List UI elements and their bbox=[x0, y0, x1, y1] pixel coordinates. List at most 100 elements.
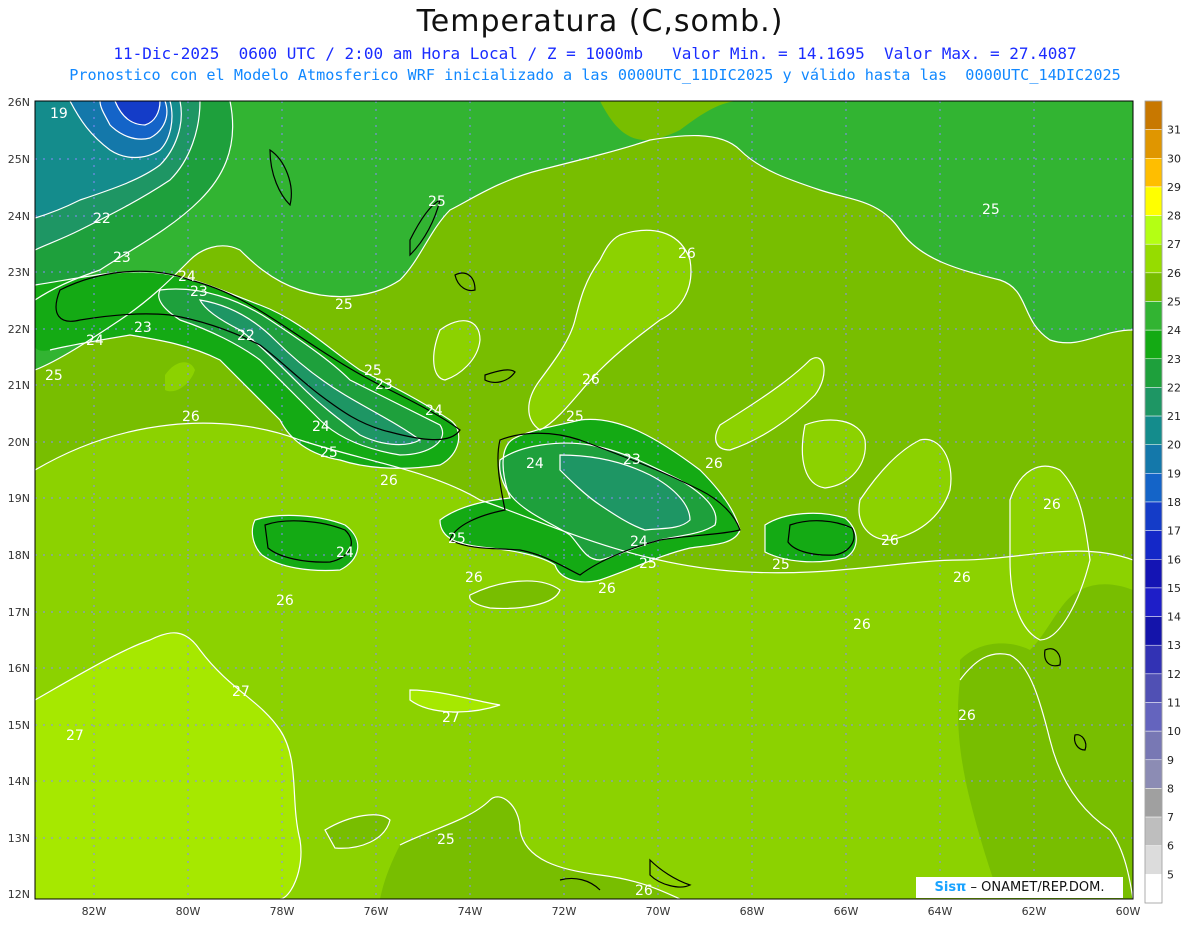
lat-tick-label: 26N bbox=[8, 96, 30, 109]
lat-tick-label: 25N bbox=[8, 153, 30, 166]
colorbar-swatch bbox=[1144, 129, 1163, 159]
colorbar-swatch bbox=[1144, 702, 1163, 732]
colorbar-swatch bbox=[1144, 100, 1163, 130]
colorbar-label: 8 bbox=[1167, 782, 1174, 795]
colorbar-label: 30 bbox=[1167, 152, 1181, 165]
lat-tick-label: 18N bbox=[8, 549, 30, 562]
contour-label: 25 bbox=[448, 531, 466, 547]
contour-label: 26 bbox=[380, 473, 398, 489]
colorbar-label: 25 bbox=[1167, 296, 1181, 309]
colorbar-swatch bbox=[1144, 329, 1163, 360]
colorbar-label: 22 bbox=[1167, 381, 1181, 394]
colorbar-label: 7 bbox=[1167, 811, 1174, 824]
lat-tick-label: 16N bbox=[8, 662, 30, 675]
lon-axis: 82W 80W 78W 76W 74W 72W 70W 68W 66W 64W … bbox=[82, 905, 1141, 918]
contour-label: 24 bbox=[526, 456, 544, 472]
lat-tick-label: 23N bbox=[8, 266, 30, 279]
colorbar-label: 20 bbox=[1167, 439, 1181, 452]
lat-axis: 26N 25N 24N 23N 22N 21N 20N 19N 18N 17N … bbox=[8, 96, 30, 901]
lat-tick-label: 21N bbox=[8, 379, 30, 392]
colorbar-label: 17 bbox=[1167, 525, 1181, 538]
lon-tick-label: 82W bbox=[82, 905, 107, 918]
colorbar: 31 30 29 28 27 26 25 24 23 22 21 20 19 18 17 16 15 14 13 12… bbox=[1144, 100, 1181, 904]
colorbar-swatch bbox=[1144, 272, 1163, 302]
contour-label: 27 bbox=[66, 728, 84, 744]
colorbar-label: 31 bbox=[1167, 124, 1181, 137]
contour-label: 26 bbox=[958, 708, 976, 724]
colorbar-swatch bbox=[1144, 616, 1163, 646]
contour-label: 19 bbox=[50, 106, 68, 122]
contour-label: 24 bbox=[312, 419, 330, 435]
contour-label: 26 bbox=[853, 617, 871, 633]
lat-tick-label: 13N bbox=[8, 832, 30, 845]
contour-label: 25 bbox=[428, 194, 446, 210]
contour-label: 27 bbox=[442, 710, 460, 726]
lat-tick-label: 12N bbox=[8, 888, 30, 901]
lon-tick-label: 62W bbox=[1022, 905, 1047, 918]
colorbar-swatch bbox=[1144, 730, 1163, 761]
colorbar-swatch bbox=[1144, 473, 1163, 503]
colorbar-label: 23 bbox=[1167, 353, 1181, 366]
colorbar-swatch bbox=[1144, 243, 1163, 274]
colorbar-swatch bbox=[1144, 673, 1163, 703]
colorbar-swatch bbox=[1144, 215, 1163, 245]
contour-label: 26 bbox=[276, 593, 294, 609]
colorbar-swatch bbox=[1144, 559, 1163, 589]
contour-label: 25 bbox=[982, 202, 1000, 218]
lat-tick-label: 20N bbox=[8, 436, 30, 449]
contour-label: 23 bbox=[375, 377, 393, 393]
lat-tick-label: 14N bbox=[8, 775, 30, 788]
contour-label: 24 bbox=[86, 333, 104, 349]
lat-tick-label: 19N bbox=[8, 492, 30, 505]
colorbar-label: 12 bbox=[1167, 668, 1181, 681]
contour-label: 26 bbox=[465, 570, 483, 586]
colorbar-swatch bbox=[1144, 301, 1163, 331]
lon-tick-label: 80W bbox=[176, 905, 201, 918]
colorbar-swatch bbox=[1144, 530, 1163, 560]
contour-label: 25 bbox=[639, 556, 657, 572]
colorbar-label: 16 bbox=[1167, 553, 1181, 566]
contour-label: 26 bbox=[881, 533, 899, 549]
contour-label: 26 bbox=[678, 246, 696, 262]
sispi-logo: Sisπ bbox=[934, 880, 967, 895]
credit-box: Sisπ – ONAMET/REP.DOM. bbox=[916, 877, 1123, 898]
lon-tick-label: 70W bbox=[646, 905, 671, 918]
colorbar-swatch bbox=[1144, 387, 1163, 417]
lat-tick-label: 15N bbox=[8, 719, 30, 732]
contour-label: 26 bbox=[598, 581, 616, 597]
lon-tick-label: 76W bbox=[364, 905, 389, 918]
contour-label: 22 bbox=[237, 328, 255, 344]
contour-label: 27 bbox=[232, 684, 250, 700]
contour-label: 23 bbox=[134, 320, 152, 336]
contour-label: 25 bbox=[437, 832, 455, 848]
lon-tick-label: 60W bbox=[1116, 905, 1141, 918]
colorbar-swatch bbox=[1144, 587, 1163, 617]
lon-tick-label: 66W bbox=[834, 905, 859, 918]
contour-label: 25 bbox=[335, 297, 353, 313]
colorbar-swatch bbox=[1144, 186, 1163, 216]
lat-tick-label: 24N bbox=[8, 210, 30, 223]
colorbar-label: 29 bbox=[1167, 181, 1181, 194]
colorbar-label: 9 bbox=[1167, 754, 1174, 767]
contour-label: 26 bbox=[953, 570, 971, 586]
colorbar-label: 19 bbox=[1167, 467, 1181, 480]
colorbar-swatch bbox=[1144, 415, 1163, 445]
lat-tick-label: 22N bbox=[8, 323, 30, 336]
colorbar-label: 28 bbox=[1167, 210, 1181, 223]
colorbar-label: 10 bbox=[1167, 725, 1181, 738]
lon-tick-label: 64W bbox=[928, 905, 953, 918]
colorbar-swatch bbox=[1144, 644, 1163, 675]
shaded-field bbox=[35, 101, 1133, 899]
colorbar-label: 13 bbox=[1167, 639, 1181, 652]
temperature-map: 19 22 23 24 23 23 22 24 25 25 25 26 25 2… bbox=[8, 96, 1181, 918]
contour-label: 23 bbox=[623, 452, 641, 468]
colorbar-label: 6 bbox=[1167, 840, 1174, 853]
colorbar-label: 15 bbox=[1167, 582, 1181, 595]
contour-label: 25 bbox=[566, 409, 584, 425]
contour-label: 24 bbox=[425, 403, 443, 419]
colorbar-label: 27 bbox=[1167, 238, 1181, 251]
contour-label: 26 bbox=[1043, 497, 1061, 513]
colorbar-swatch bbox=[1144, 444, 1163, 474]
colorbar-swatch bbox=[1144, 501, 1163, 531]
lon-tick-label: 78W bbox=[270, 905, 295, 918]
